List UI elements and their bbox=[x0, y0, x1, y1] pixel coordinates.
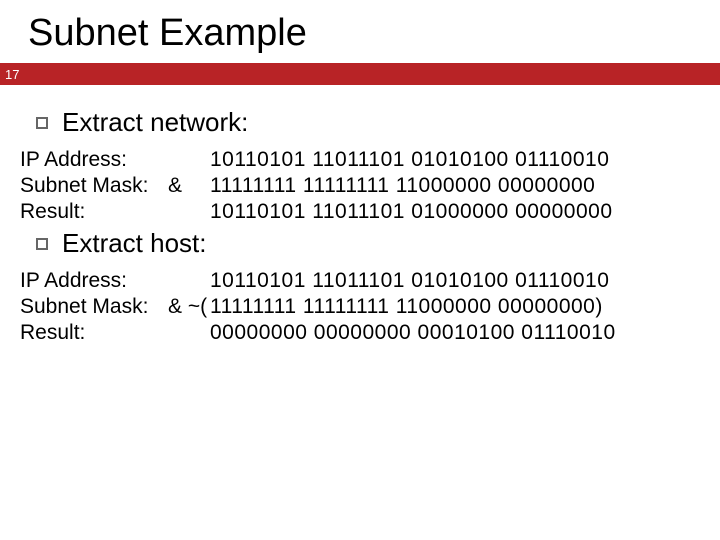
section-extract-network: Extract network: bbox=[36, 107, 702, 138]
label-ip: IP Address: bbox=[18, 148, 168, 172]
row-result-1: Result: 10110101 11011101 01000000 00000… bbox=[18, 200, 702, 224]
row-mask-2: Subnet Mask: & ~( 11111111 11111111 1100… bbox=[18, 295, 702, 319]
row-mask-1: Subnet Mask: & 11111111 11111111 1100000… bbox=[18, 174, 702, 198]
bin-mask: 11111111 11111111 11000000 00000000 bbox=[210, 174, 595, 198]
bin-mask: 11111111 11111111 11000000 00000000) bbox=[210, 295, 603, 319]
slide-number: 17 bbox=[0, 63, 24, 85]
section-extract-host: Extract host: bbox=[36, 228, 702, 259]
label-result: Result: bbox=[18, 200, 168, 224]
label-ip: IP Address: bbox=[18, 269, 168, 293]
row-ip-1: IP Address: 10110101 11011101 01010100 0… bbox=[18, 148, 702, 172]
bin-result: 10110101 11011101 01000000 00000000 bbox=[210, 200, 613, 224]
section-heading: Extract network: bbox=[62, 107, 248, 138]
op-mask: & ~( bbox=[168, 295, 210, 319]
label-mask: Subnet Mask: bbox=[18, 174, 168, 198]
section-heading: Extract host: bbox=[62, 228, 207, 259]
bullet-icon bbox=[36, 238, 48, 250]
bin-result: 00000000 00000000 00010100 01110010 bbox=[210, 321, 616, 345]
row-ip-2: IP Address: 10110101 11011101 01010100 0… bbox=[18, 269, 702, 293]
accent-bar: 17 bbox=[0, 63, 720, 85]
row-result-2: Result: 00000000 00000000 00010100 01110… bbox=[18, 321, 702, 345]
label-mask: Subnet Mask: bbox=[18, 295, 168, 319]
bin-ip: 10110101 11011101 01010100 01110010 bbox=[210, 269, 609, 293]
op-mask: & bbox=[168, 174, 210, 198]
bin-ip: 10110101 11011101 01010100 01110010 bbox=[210, 148, 609, 172]
slide-title: Subnet Example bbox=[0, 0, 720, 63]
bullet-icon bbox=[36, 117, 48, 129]
label-result: Result: bbox=[18, 321, 168, 345]
slide-content: Extract network: IP Address: 10110101 11… bbox=[0, 85, 720, 345]
